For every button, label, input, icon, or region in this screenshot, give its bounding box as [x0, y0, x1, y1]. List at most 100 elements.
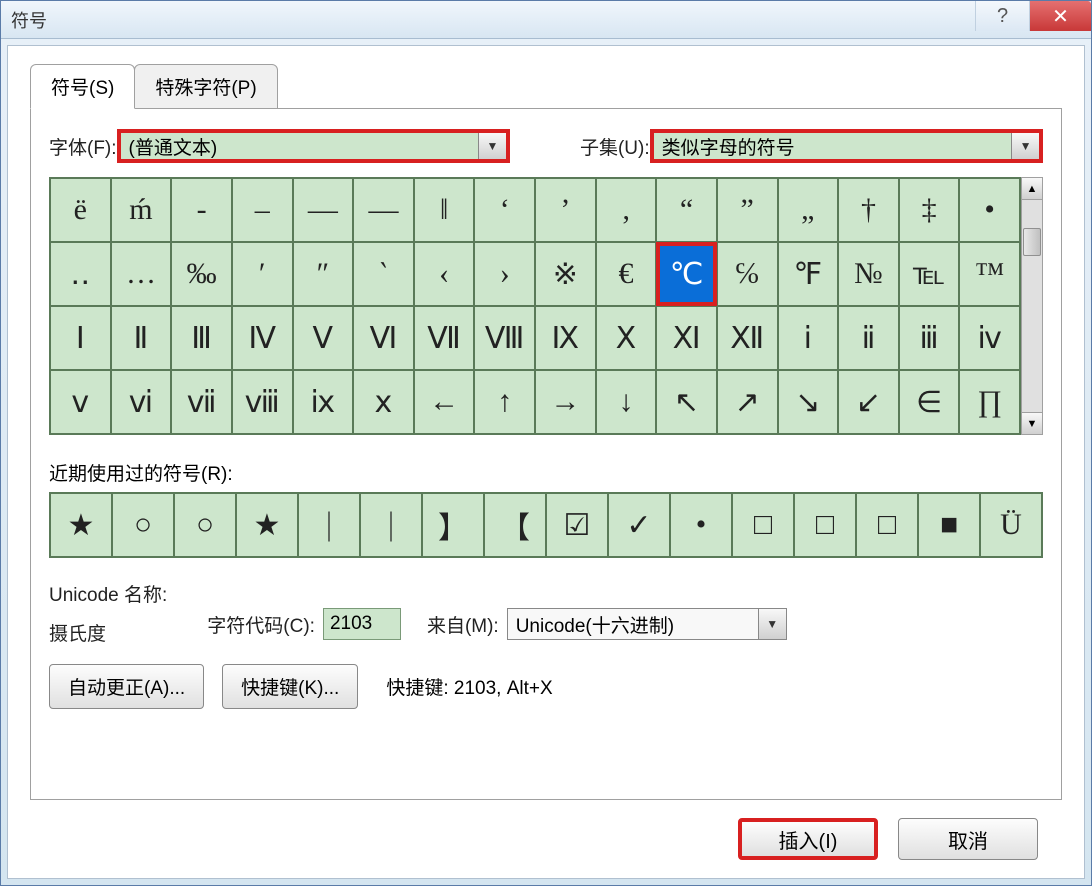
recent-symbol-cell[interactable]: ｜: [360, 493, 422, 557]
recent-symbol-cell[interactable]: ☑: [546, 493, 608, 557]
scroll-up-icon[interactable]: ▲: [1022, 178, 1042, 200]
symbol-cell[interactable]: ⅷ: [232, 370, 293, 434]
symbol-cell[interactable]: №: [838, 242, 899, 306]
autocorrect-button[interactable]: 自动更正(A)...: [49, 664, 204, 709]
symbol-grid[interactable]: ёḿ-–—―‖‘’‚“”„†‡• ‥…‰′″‵‹›※€℃℅℉№℡™ ⅠⅡⅢⅣⅤⅥⅦⅧ…: [49, 177, 1021, 435]
symbol-cell[interactable]: ‘: [474, 178, 535, 242]
symbol-cell[interactable]: Ⅳ: [232, 306, 293, 370]
symbol-cell[interactable]: ℉: [778, 242, 839, 306]
recent-symbol-cell[interactable]: ✓: [608, 493, 670, 557]
symbol-cell[interactable]: ∏: [959, 370, 1020, 434]
symbol-cell[interactable]: Ⅶ: [414, 306, 475, 370]
font-combo[interactable]: (普通文本) ▼: [117, 129, 510, 163]
symbol-cell[interactable]: ℃: [656, 242, 717, 306]
recent-symbol-cell[interactable]: ★: [50, 493, 112, 557]
recent-symbol-cell[interactable]: ★: [236, 493, 298, 557]
symbol-cell[interactable]: ⅸ: [293, 370, 354, 434]
recent-symbol-cell[interactable]: 】: [422, 493, 484, 557]
recent-symbol-cell[interactable]: ○: [112, 493, 174, 557]
tab-symbols[interactable]: 符号(S): [30, 64, 135, 109]
symbol-cell[interactable]: ⅱ: [838, 306, 899, 370]
help-button[interactable]: ?: [975, 1, 1029, 31]
symbol-cell[interactable]: ‡: [899, 178, 960, 242]
symbol-cell[interactable]: Ⅰ: [50, 306, 111, 370]
symbol-cell[interactable]: …: [111, 242, 172, 306]
symbol-cell[interactable]: Ⅱ: [111, 306, 172, 370]
symbol-cell[interactable]: ↗: [717, 370, 778, 434]
symbol-cell[interactable]: ”: [717, 178, 778, 242]
symbol-cell[interactable]: ›: [474, 242, 535, 306]
recent-symbol-cell[interactable]: •: [670, 493, 732, 557]
symbol-cell[interactable]: –: [232, 178, 293, 242]
symbol-cell[interactable]: ⅴ: [50, 370, 111, 434]
symbol-cell[interactable]: ⅹ: [353, 370, 414, 434]
symbol-cell[interactable]: ⅵ: [111, 370, 172, 434]
recent-symbol-cell[interactable]: □: [732, 493, 794, 557]
symbol-cell[interactable]: ™: [959, 242, 1020, 306]
symbol-cell[interactable]: ↑: [474, 370, 535, 434]
symbol-cell[interactable]: ё: [50, 178, 111, 242]
recent-symbol-cell[interactable]: Ü: [980, 493, 1042, 557]
shortcut-key-button[interactable]: 快捷键(K)...: [222, 664, 358, 709]
symbol-cell[interactable]: ‖: [414, 178, 475, 242]
recent-symbol-cell[interactable]: 【: [484, 493, 546, 557]
symbol-cell[interactable]: ‚: [596, 178, 657, 242]
symbol-cell[interactable]: ∈: [899, 370, 960, 434]
char-code-input[interactable]: 2103: [323, 608, 401, 640]
symbol-cell[interactable]: —: [293, 178, 354, 242]
symbol-cell[interactable]: “: [656, 178, 717, 242]
symbol-cell[interactable]: Ⅹ: [596, 306, 657, 370]
symbol-cell[interactable]: ↙: [838, 370, 899, 434]
symbol-cell[interactable]: ⅳ: [959, 306, 1020, 370]
recent-symbol-cell[interactable]: ○: [174, 493, 236, 557]
symbol-cell[interactable]: ″: [293, 242, 354, 306]
cancel-button[interactable]: 取消: [898, 818, 1038, 860]
symbol-cell[interactable]: ‵: [353, 242, 414, 306]
symbol-cell[interactable]: -: [171, 178, 232, 242]
symbol-cell[interactable]: ⅲ: [899, 306, 960, 370]
symbol-cell[interactable]: €: [596, 242, 657, 306]
recent-symbol-cell[interactable]: □: [856, 493, 918, 557]
symbol-cell[interactable]: ←: [414, 370, 475, 434]
symbol-cell[interactable]: Ⅷ: [474, 306, 535, 370]
symbol-cell[interactable]: ‰: [171, 242, 232, 306]
symbol-cell[interactable]: ↘: [778, 370, 839, 434]
recent-symbol-cell[interactable]: ｜: [298, 493, 360, 557]
dropdown-icon[interactable]: ▼: [478, 133, 506, 159]
recent-symbol-cell[interactable]: ■: [918, 493, 980, 557]
close-button[interactable]: ✕: [1029, 1, 1091, 31]
symbol-cell[interactable]: •: [959, 178, 1020, 242]
symbol-cell[interactable]: †: [838, 178, 899, 242]
symbol-cell[interactable]: ※: [535, 242, 596, 306]
subset-combo[interactable]: 类似字母的符号 ▼: [650, 129, 1043, 163]
scroll-thumb[interactable]: [1023, 228, 1041, 256]
symbol-cell[interactable]: ℡: [899, 242, 960, 306]
symbol-cell[interactable]: ′: [232, 242, 293, 306]
symbol-cell[interactable]: Ⅸ: [535, 306, 596, 370]
symbol-cell[interactable]: ‹: [414, 242, 475, 306]
scroll-track[interactable]: [1022, 200, 1042, 412]
symbol-cell[interactable]: Ⅻ: [717, 306, 778, 370]
symbol-cell[interactable]: ⅰ: [778, 306, 839, 370]
symbol-cell[interactable]: ḿ: [111, 178, 172, 242]
symbol-cell[interactable]: „: [778, 178, 839, 242]
symbol-cell[interactable]: Ⅺ: [656, 306, 717, 370]
recent-symbol-cell[interactable]: □: [794, 493, 856, 557]
symbol-cell[interactable]: ↖: [656, 370, 717, 434]
symbol-cell[interactable]: Ⅵ: [353, 306, 414, 370]
tab-special-chars[interactable]: 特殊字符(P): [134, 64, 277, 109]
scroll-down-icon[interactable]: ▼: [1022, 412, 1042, 434]
symbol-cell[interactable]: →: [535, 370, 596, 434]
recent-symbols-grid[interactable]: ★○○★｜｜】【☑✓•□□□■Ü: [49, 492, 1043, 558]
symbol-cell[interactable]: ↓: [596, 370, 657, 434]
dropdown-icon[interactable]: ▼: [1011, 133, 1039, 159]
grid-scrollbar[interactable]: ▲ ▼: [1021, 177, 1043, 435]
symbol-cell[interactable]: ℅: [717, 242, 778, 306]
dropdown-icon[interactable]: ▼: [758, 609, 786, 639]
symbol-cell[interactable]: ―: [353, 178, 414, 242]
symbol-cell[interactable]: ’: [535, 178, 596, 242]
from-combo[interactable]: Unicode(十六进制) ▼: [507, 608, 787, 640]
symbol-cell[interactable]: ‥: [50, 242, 111, 306]
symbol-cell[interactable]: Ⅲ: [171, 306, 232, 370]
symbol-cell[interactable]: Ⅴ: [293, 306, 354, 370]
